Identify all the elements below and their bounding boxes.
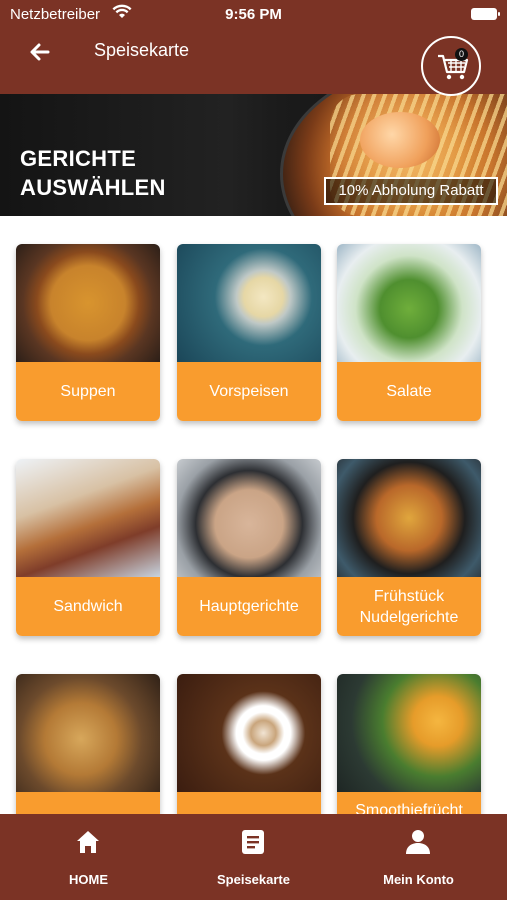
category-card-suppen[interactable]: Suppen [16, 244, 160, 421]
page-title: Speisekarte [94, 40, 190, 60]
category-label: Vorspeisen [177, 362, 321, 421]
tab-speisekarte[interactable]: Speisekarte [169, 814, 338, 900]
soup-photo [16, 244, 160, 362]
category-label: Hauptgerichte [177, 577, 321, 636]
tab-mein-konto-label: Mein Konto [383, 872, 454, 887]
discount-badge: 10% Abholung Rabatt [324, 177, 498, 205]
category-label [177, 792, 321, 814]
category-label: Salate [337, 362, 481, 421]
category-label [16, 792, 160, 814]
category-card-samosa[interactable] [16, 674, 160, 814]
cart-button[interactable]: 0 [421, 36, 481, 96]
arrow-left-icon[interactable] [26, 38, 54, 66]
samosa-photo [16, 674, 160, 792]
tab-mein-konto[interactable]: Mein Konto [334, 814, 503, 900]
noodle-dish-photo [337, 459, 481, 577]
category-label: Suppen [16, 362, 160, 421]
banner-headline: GERICHTE AUSWÄHLEN [20, 144, 166, 202]
status-bar: Netzbetreiber 9:56 PM [0, 0, 507, 28]
category-grid: Suppen Vorspeisen Salate Sandwich Hauptg… [0, 230, 507, 814]
user-icon [404, 828, 432, 856]
starter-photo [177, 244, 321, 362]
app-header: Speisekarte 0 [0, 28, 507, 96]
clock: 9:56 PM [225, 6, 282, 23]
salad-photo [337, 244, 481, 362]
battery-icon [471, 8, 500, 20]
promo-banner: GERICHTE AUSWÄHLEN 10% Abholung Rabatt [0, 94, 507, 216]
banner-headline-line1: GERICHTE [20, 146, 137, 171]
category-label: Frühstück Nudelgerichte [337, 577, 481, 636]
category-card-fruehstueck-nudelgerichte[interactable]: Frühstück Nudelgerichte [337, 459, 481, 636]
category-card-salate[interactable]: Salate [337, 244, 481, 421]
bottom-tab-bar: HOME Speisekarte Mein Konto [0, 814, 507, 900]
menu-list-icon [239, 828, 267, 856]
category-card-kaffee[interactable] [177, 674, 321, 814]
category-label: Smoothiefrücht [337, 792, 481, 814]
shrimp-image [360, 112, 440, 168]
tab-home[interactable]: HOME [4, 814, 173, 900]
coffee-photo [177, 674, 321, 792]
category-card-vorspeisen[interactable]: Vorspeisen [177, 244, 321, 421]
cart-count-badge: 0 [455, 48, 468, 61]
main-dish-photo [177, 459, 321, 577]
home-icon [74, 828, 102, 856]
sandwich-photo [16, 459, 160, 577]
tab-home-label: HOME [69, 872, 108, 887]
category-label: Sandwich [16, 577, 160, 636]
smoothie-photo [337, 674, 481, 792]
banner-headline-line2: AUSWÄHLEN [20, 175, 166, 200]
category-card-hauptgerichte[interactable]: Hauptgerichte [177, 459, 321, 636]
category-card-smoothie[interactable]: Smoothiefrücht [337, 674, 481, 814]
category-card-sandwich[interactable]: Sandwich [16, 459, 160, 636]
tab-speisekarte-label: Speisekarte [217, 872, 290, 887]
